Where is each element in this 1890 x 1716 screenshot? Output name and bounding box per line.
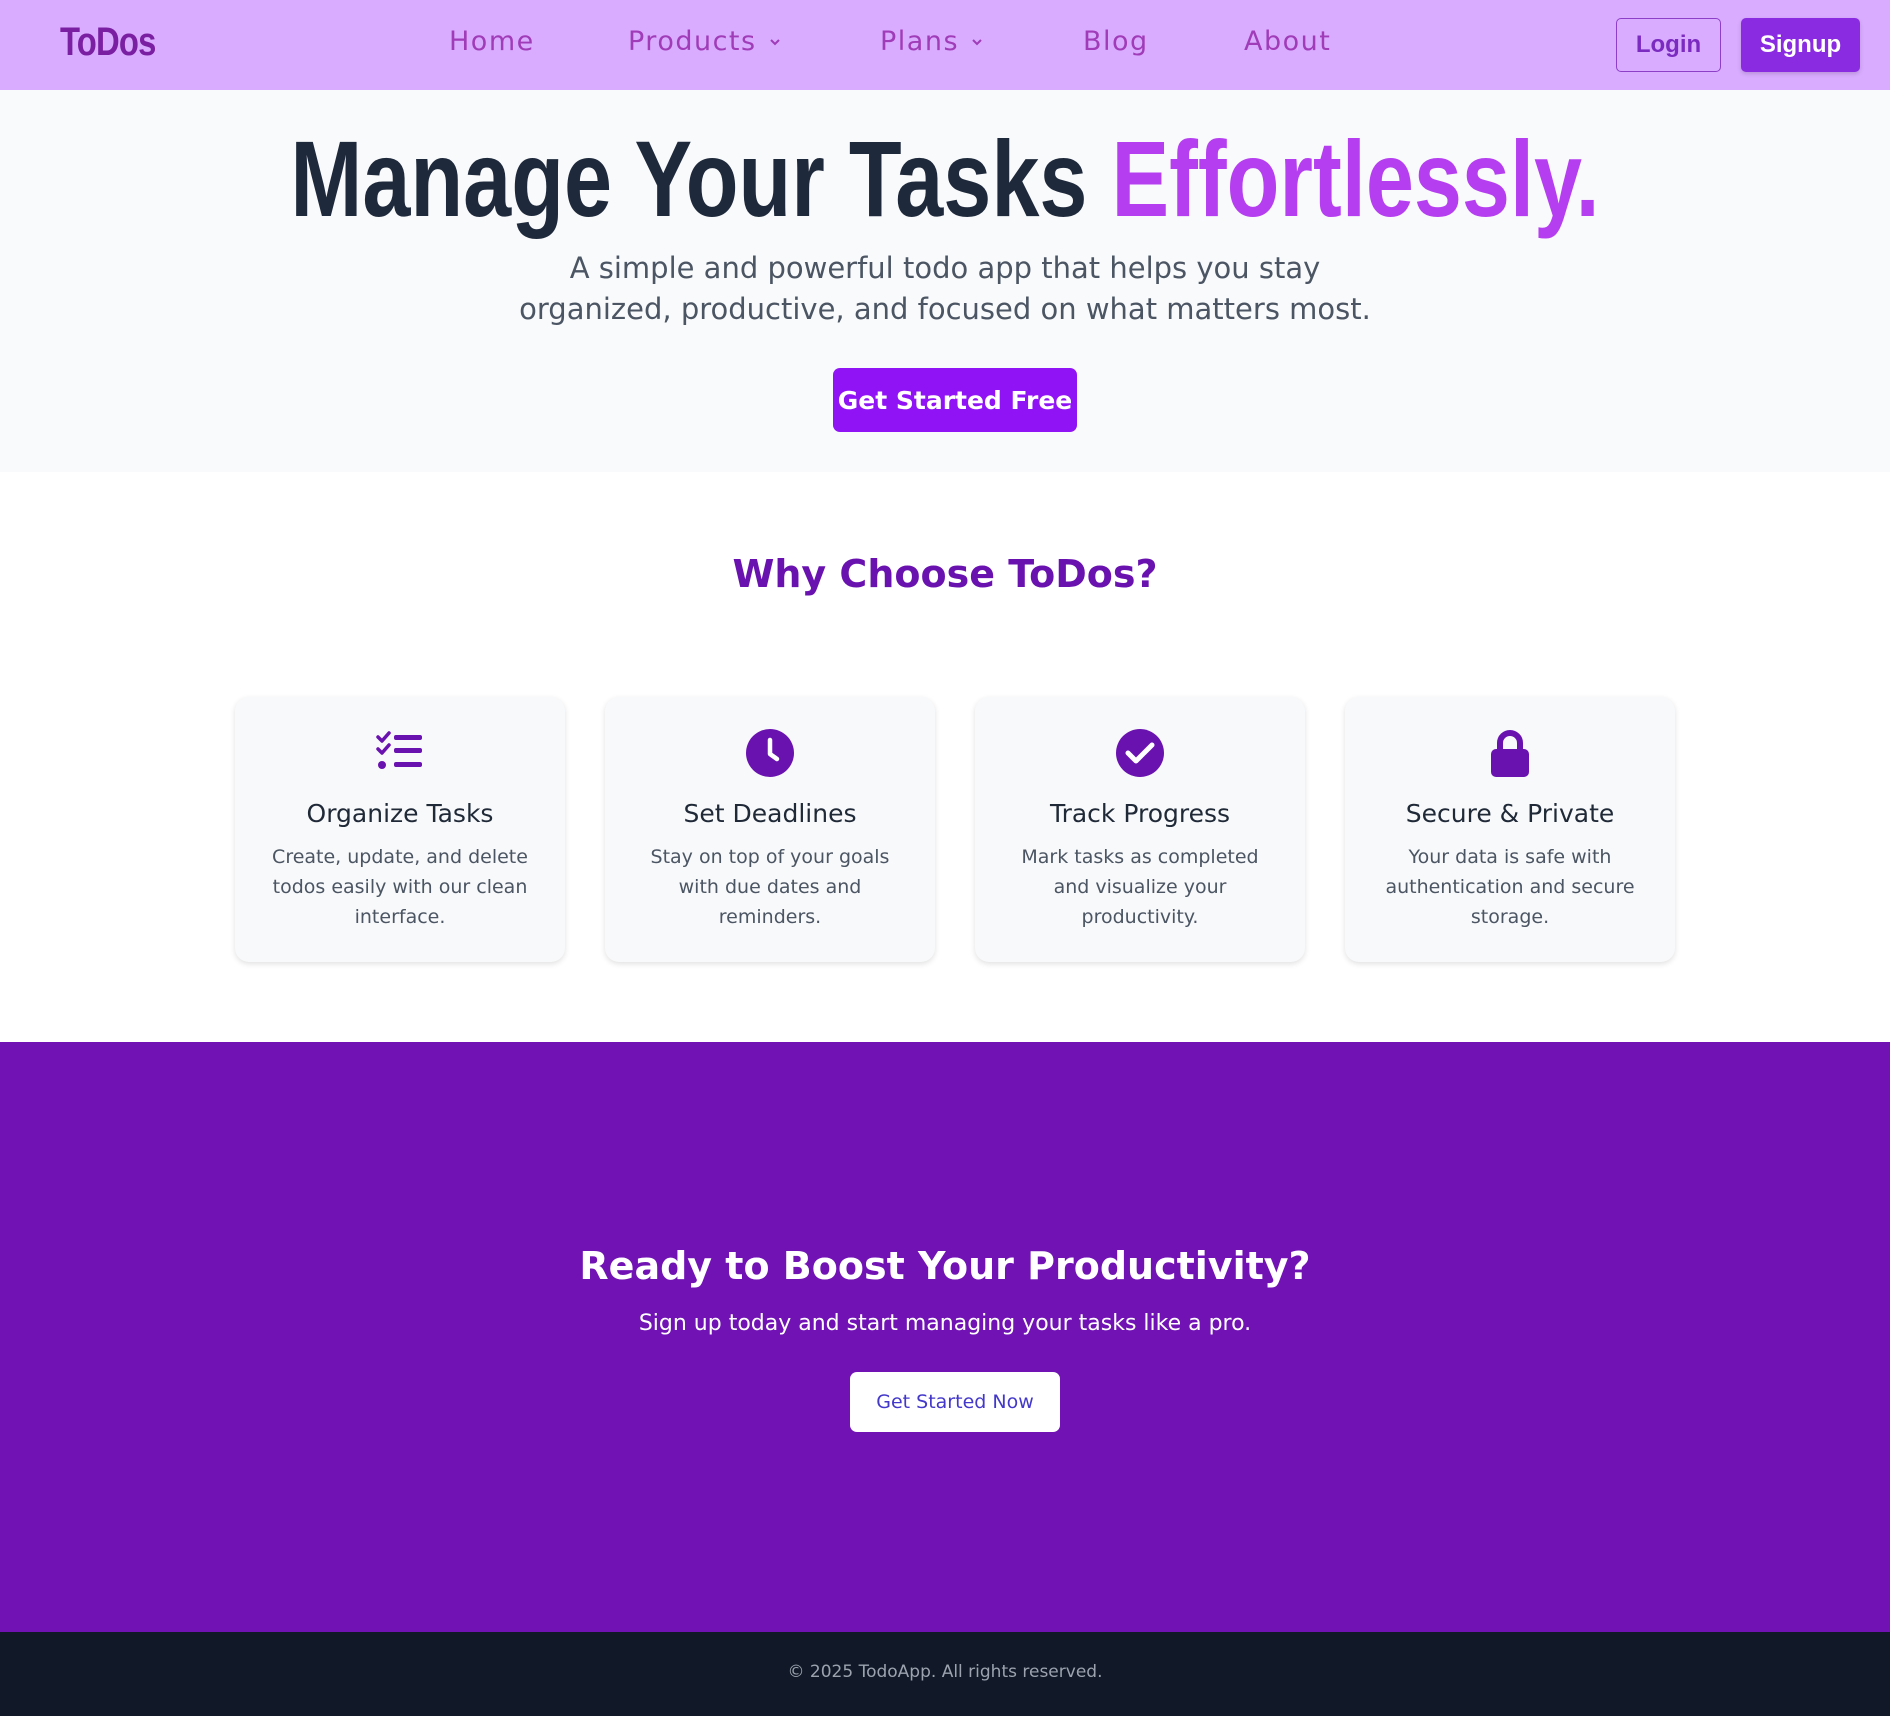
feature-title: Track Progress	[1049, 799, 1231, 828]
feature-description: Stay on top of your goals with due dates…	[650, 846, 890, 928]
feature-title: Set Deadlines	[683, 799, 857, 828]
features-heading: Why Choose ToDos?	[732, 552, 1158, 596]
hero-title-main: Manage Your Tasks	[290, 118, 1088, 239]
feature-description: Mark tasks as completed and visualize yo…	[1021, 846, 1259, 928]
footer: © 2025 TodoApp. All rights reserved.	[0, 1632, 1890, 1716]
lock-icon	[1491, 730, 1529, 777]
hero-section: Manage Your Tasks Effortlessly. A simple…	[0, 90, 1890, 472]
feature-title: Organize Tasks	[306, 799, 494, 828]
check-circle-icon	[1116, 729, 1164, 777]
nav-home-label: Home	[449, 26, 535, 57]
nav-home-link[interactable]: Home	[449, 26, 535, 57]
navbar: ToDos Home Products Plans Blog About Log…	[0, 0, 1890, 90]
hero-subtitle: A simple and powerful todo app that help…	[519, 251, 1371, 326]
chevron-down-icon	[769, 38, 780, 45]
get-started-now-button[interactable]: Get Started Now	[850, 1372, 1060, 1432]
hero-title-accent: Effortlessly.	[1111, 118, 1600, 239]
nav-plans-dropdown[interactable]: Plans	[880, 26, 983, 57]
chevron-down-icon	[972, 38, 982, 45]
feature-description: Create, update, and delete todos easily …	[272, 846, 528, 928]
nav-blog-link[interactable]: Blog	[1083, 26, 1149, 57]
clock-icon	[746, 729, 794, 777]
nav-products-label: Products	[628, 26, 757, 57]
feature-card-secure: Secure & Private Your data is safe with …	[1345, 697, 1675, 962]
feature-card-organize: Organize Tasks Create, update, and delet…	[235, 697, 565, 962]
feature-card-deadlines: Set Deadlines Stay on top of your goals …	[605, 697, 935, 962]
feature-description: Your data is safe with authentication an…	[1385, 846, 1635, 928]
signup-button[interactable]: Signup	[1741, 18, 1860, 72]
hero-title: Manage Your Tasks Effortlessly.	[189, 118, 1701, 239]
nav-blog-label: Blog	[1083, 26, 1149, 57]
login-button[interactable]: Login	[1616, 18, 1721, 72]
cta-section: Ready to Boost Your Productivity? Sign u…	[0, 1042, 1890, 1632]
nav-about-link[interactable]: About	[1244, 26, 1331, 57]
feature-title: Secure & Private	[1405, 799, 1615, 828]
brand-logo[interactable]: ToDos	[60, 20, 156, 65]
feature-card-progress: Track Progress Mark tasks as completed a…	[975, 697, 1305, 962]
get-started-free-button[interactable]: Get Started Free	[833, 368, 1077, 432]
nav-plans-label: Plans	[880, 26, 960, 57]
list-check-icon	[376, 731, 422, 769]
cta-subtitle: Sign up today and start managing your ta…	[638, 1311, 1252, 1336]
nav-products-dropdown[interactable]: Products	[628, 26, 781, 57]
nav-about-label: About	[1244, 26, 1332, 57]
copyright-text: © 2025 TodoApp. All rights reserved.	[787, 1662, 1103, 1682]
cta-heading: Ready to Boost Your Productivity?	[579, 1244, 1311, 1288]
